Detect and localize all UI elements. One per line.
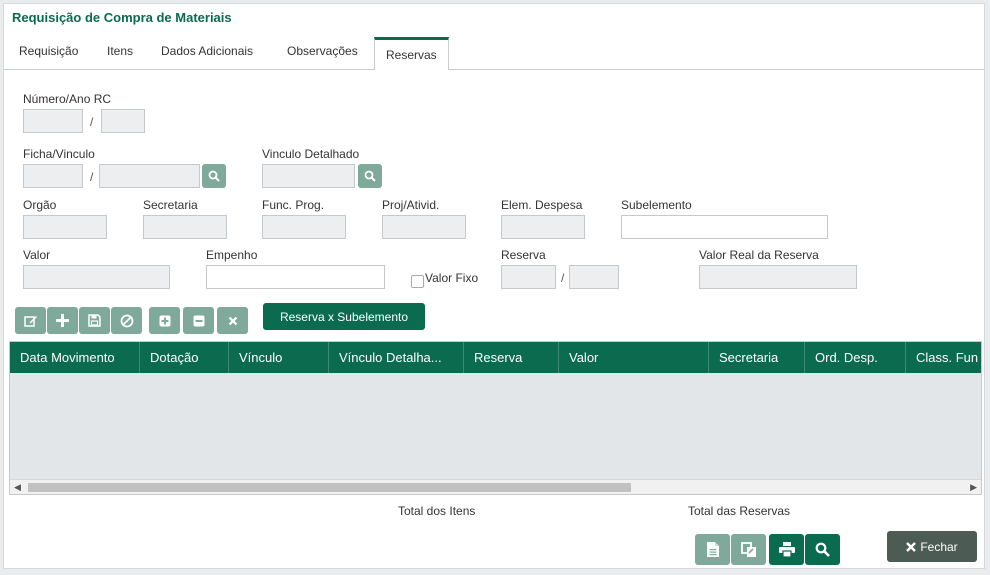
column-header[interactable]: Dotação bbox=[140, 342, 229, 373]
func-prog-input[interactable] bbox=[262, 215, 346, 239]
secretaria-input[interactable] bbox=[143, 215, 227, 239]
tab-requisicao[interactable]: Requisição bbox=[19, 44, 78, 58]
column-header[interactable]: Vínculo bbox=[229, 342, 329, 373]
tab-reservas[interactable]: Reservas bbox=[374, 37, 449, 70]
tab-dados-adicionais[interactable]: Dados Adicionais bbox=[161, 44, 253, 58]
plus-icon bbox=[56, 314, 69, 327]
tab-observacoes[interactable]: Observações bbox=[287, 44, 358, 58]
edit-button[interactable] bbox=[15, 307, 46, 334]
column-header[interactable]: Secretaria bbox=[709, 342, 805, 373]
copy-button[interactable] bbox=[731, 534, 766, 565]
cancel-button[interactable] bbox=[111, 307, 142, 334]
orgao-input[interactable] bbox=[23, 215, 107, 239]
ano-rc-input[interactable] bbox=[101, 109, 145, 133]
add-row-button[interactable] bbox=[149, 307, 180, 334]
valor-fixo-label: Valor Fixo bbox=[425, 271, 479, 285]
column-header[interactable]: Class. Fun bbox=[906, 342, 981, 373]
edit-icon bbox=[23, 315, 37, 327]
close-icon bbox=[906, 541, 917, 552]
search-button[interactable] bbox=[805, 534, 840, 565]
search-icon bbox=[815, 542, 830, 557]
fechar-label: Fechar bbox=[920, 539, 958, 554]
empenho-label: Empenho bbox=[206, 248, 258, 262]
delete-row-button[interactable] bbox=[217, 307, 248, 334]
remove-row-button[interactable] bbox=[183, 307, 214, 334]
tab-itens[interactable]: Itens bbox=[107, 44, 133, 58]
vinculo-detalhado-label: Vinculo Detalhado bbox=[262, 147, 360, 161]
numero-rc-input[interactable] bbox=[23, 109, 83, 133]
secretaria-label: Secretaria bbox=[143, 198, 198, 212]
page-title: Requisição de Compra de Materiais bbox=[12, 10, 232, 25]
subelemento-label: Subelemento bbox=[621, 198, 692, 212]
reserva-label: Reserva bbox=[501, 248, 546, 262]
column-header[interactable]: Reserva bbox=[464, 342, 559, 373]
ficha-vinculo-label: Ficha/Vinculo bbox=[23, 147, 95, 161]
proj-ativid-input[interactable] bbox=[382, 215, 466, 239]
column-header[interactable]: Ord. Desp. bbox=[805, 342, 906, 373]
slash-separator: / bbox=[90, 115, 94, 129]
valor-input[interactable] bbox=[23, 265, 170, 289]
slash-separator: / bbox=[90, 170, 94, 184]
vinculo-detalhado-search-button[interactable] bbox=[358, 164, 382, 188]
copy-icon bbox=[740, 541, 756, 557]
vinculo-input[interactable] bbox=[99, 164, 200, 188]
func-prog-label: Func. Prog. bbox=[262, 198, 325, 212]
column-header[interactable]: Data Movimento bbox=[10, 342, 140, 373]
empenho-input[interactable] bbox=[206, 265, 385, 289]
valor-fixo-checkbox[interactable] bbox=[411, 275, 424, 288]
total-reservas-label: Total das Reservas bbox=[688, 504, 791, 518]
scrollbar-thumb[interactable] bbox=[28, 483, 631, 492]
document-button[interactable] bbox=[695, 534, 730, 565]
column-header[interactable]: Valor bbox=[559, 342, 709, 373]
valor-label: Valor bbox=[23, 248, 51, 262]
ficha-input[interactable] bbox=[23, 164, 83, 188]
ficha-search-button[interactable] bbox=[202, 164, 226, 188]
close-icon bbox=[228, 316, 237, 325]
table-header: Data Movimento Dotação Vínculo Vínculo D… bbox=[10, 342, 981, 373]
tab-divider bbox=[4, 69, 984, 70]
proj-ativid-label: Proj/Ativid. bbox=[382, 198, 440, 212]
ban-icon bbox=[120, 314, 133, 327]
add-button[interactable] bbox=[47, 307, 78, 334]
scroll-left-icon[interactable]: ◀ bbox=[14, 482, 21, 493]
search-icon bbox=[208, 170, 220, 182]
slash-separator: / bbox=[561, 271, 565, 285]
print-button[interactable] bbox=[769, 534, 804, 565]
minus-square-icon bbox=[193, 315, 204, 326]
save-button[interactable] bbox=[79, 307, 110, 334]
subelemento-input[interactable] bbox=[621, 215, 828, 239]
numero-ano-label: Número/Ano RC bbox=[23, 92, 112, 106]
reserva-input[interactable] bbox=[501, 265, 556, 289]
elem-despesa-label: Elem. Despesa bbox=[501, 198, 583, 212]
horizontal-scrollbar[interactable]: ◀ ▶ bbox=[10, 479, 981, 494]
vinculo-detalhado-input[interactable] bbox=[262, 164, 355, 188]
orgao-label: Orgão bbox=[23, 198, 57, 212]
search-icon bbox=[364, 170, 376, 182]
fechar-button[interactable]: Fechar bbox=[887, 531, 977, 562]
save-icon bbox=[88, 314, 101, 327]
elem-despesa-input[interactable] bbox=[501, 215, 585, 239]
requisicao-window: Requisição de Compra de Materiais Requis… bbox=[3, 3, 985, 569]
scroll-right-icon[interactable]: ▶ bbox=[970, 482, 977, 493]
file-icon bbox=[706, 542, 719, 557]
valor-real-reserva-input[interactable] bbox=[699, 265, 857, 289]
total-itens-label: Total dos Itens bbox=[398, 504, 476, 518]
column-header[interactable]: Vínculo Detalha... bbox=[329, 342, 464, 373]
print-icon bbox=[778, 542, 795, 557]
plus-square-icon bbox=[159, 315, 170, 326]
reservas-table: Data Movimento Dotação Vínculo Vínculo D… bbox=[9, 341, 982, 495]
valor-real-reserva-label: Valor Real da Reserva bbox=[699, 248, 819, 262]
reserva-ano-input[interactable] bbox=[569, 265, 619, 289]
reserva-subelemento-button[interactable]: Reserva x Subelemento bbox=[263, 303, 425, 330]
